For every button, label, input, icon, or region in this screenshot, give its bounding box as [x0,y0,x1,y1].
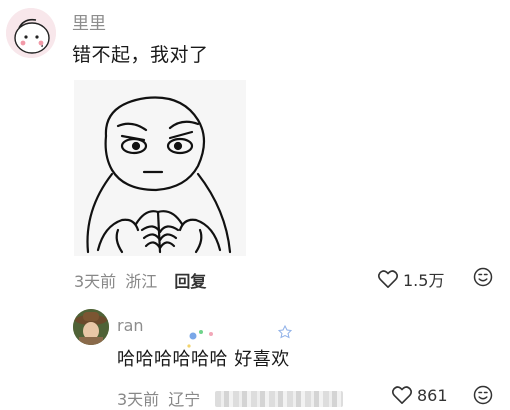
cartoon-face-avatar-image [6,8,56,58]
reply-avatar[interactable] [73,309,109,345]
smiley-icon [473,267,493,287]
reply-button[interactable]: 回复 [174,272,206,291]
like-count: 1.5万 [403,271,445,290]
reply-like-button[interactable]: 861 [391,385,448,405]
reply-emoji-react-button[interactable] [473,385,493,405]
blurred-text [215,391,344,407]
smiley-icon [473,385,493,405]
avatar[interactable] [6,8,56,58]
reply-username[interactable]: ran [117,316,144,335]
reply-location: 辽宁 [168,390,201,409]
comment-meta: 3天前 浙江 回复 [74,268,206,292]
sticker-image[interactable] [74,80,246,256]
cowboy-avatar-image [73,309,109,345]
reply-time: 3天前 [117,390,160,409]
comment-location: 浙江 [125,272,158,291]
comment-time: 3天前 [74,272,117,291]
meme-face-drawing [86,96,232,254]
emoji-react-button[interactable] [473,267,493,287]
reply-text: 哈哈哈哈哈哈 好喜欢 [117,349,290,370]
heart-icon [377,270,399,288]
comment-like-button[interactable]: 1.5万 [377,267,444,291]
reply-meta: 3天前 辽宁 [117,386,344,410]
comment-username[interactable]: 里里 [72,9,106,34]
reply-like-count: 861 [417,385,448,405]
comment-text: 错不起，我对了 [72,44,209,66]
heart-icon [391,386,413,404]
